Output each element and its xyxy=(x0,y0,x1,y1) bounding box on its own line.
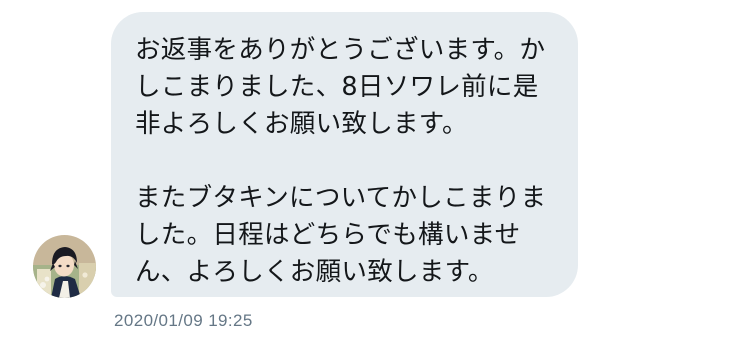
message-thread: お返事をありがとうございます。か しこまりました、8日ソワレ前に是 非よろしくお… xyxy=(0,0,749,341)
sender-avatar[interactable] xyxy=(33,235,96,298)
message-text: お返事をありがとうございます。か しこまりました、8日ソワレ前に是 非よろしくお… xyxy=(135,35,547,287)
user-avatar-icon xyxy=(33,235,96,298)
message-timestamp: 2020/01/09 19:25 xyxy=(114,311,253,330)
message-bubble[interactable]: お返事をありがとうございます。か しこまりました、8日ソワレ前に是 非よろしくお… xyxy=(111,12,578,297)
